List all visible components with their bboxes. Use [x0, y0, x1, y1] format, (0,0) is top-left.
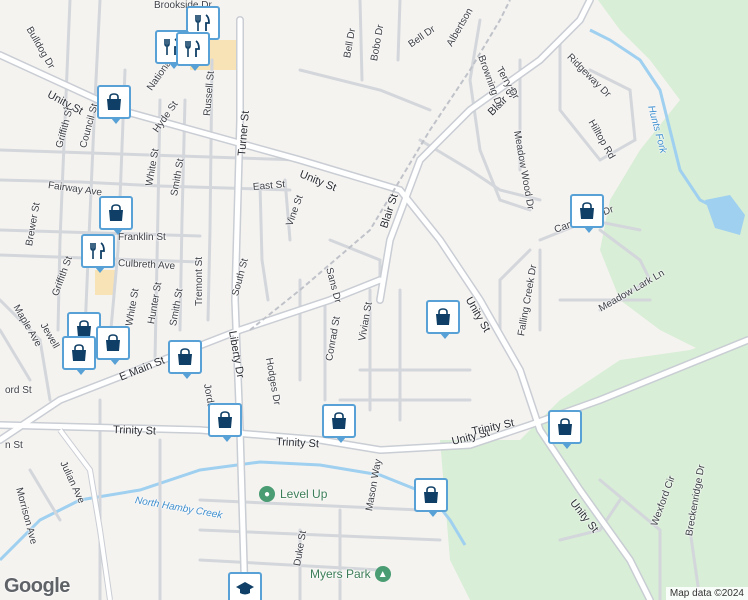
shopping-bag-icon: [577, 201, 597, 221]
map-marker[interactable]: [208, 403, 242, 442]
place-myers-park[interactable]: Myers Park ▲: [310, 566, 391, 582]
shopping-bag-icon: [104, 92, 124, 112]
map-marker[interactable]: [176, 32, 210, 71]
map-marker[interactable]: [228, 572, 262, 600]
google-logo: Google: [4, 575, 70, 597]
map-marker[interactable]: [96, 326, 130, 365]
place-label: Myers Park: [310, 567, 371, 581]
map-marker[interactable]: [570, 194, 604, 233]
street-label: Trinity St: [112, 424, 157, 438]
shopping-bag-icon: [175, 347, 195, 367]
place-level-up[interactable]: ● Level Up: [259, 486, 327, 502]
park-icon: ▲: [374, 566, 391, 582]
restaurant-icon: [88, 241, 108, 261]
map-marker[interactable]: [322, 404, 356, 443]
shopping-bag-icon: [69, 343, 89, 363]
shopping-bag-icon: [215, 410, 235, 430]
street-label: Tremont St: [194, 256, 205, 306]
shopping-bag-icon: [106, 203, 126, 223]
street-label: Franklin St: [118, 232, 166, 243]
map-marker[interactable]: [99, 196, 133, 235]
map-marker[interactable]: [81, 234, 115, 273]
shopping-bag-icon: [555, 417, 575, 437]
map-attribution: Map data ©2024: [665, 587, 748, 600]
map-marker[interactable]: [97, 85, 131, 124]
place-label: Level Up: [280, 487, 328, 501]
restaurant-icon: [193, 13, 213, 33]
street-label: n St: [5, 440, 23, 451]
street-label: Trinity St: [275, 436, 320, 451]
place-icon: ●: [259, 486, 275, 502]
map-marker[interactable]: [414, 478, 448, 517]
street-label: ord St: [5, 385, 32, 396]
map-marker[interactable]: [62, 336, 96, 375]
shopping-bag-icon: [433, 307, 453, 327]
map-marker[interactable]: [548, 410, 582, 449]
shopping-bag-icon: [329, 411, 349, 431]
map-marker[interactable]: [168, 340, 202, 379]
shopping-bag-icon: [421, 485, 441, 505]
shopping-bag-icon: [103, 333, 123, 353]
map-marker[interactable]: [426, 300, 460, 339]
school-icon: [235, 579, 255, 599]
restaurant-icon: [183, 39, 203, 59]
map-canvas[interactable]: Unity St Unity St Unity St Unity St Unity St…: [0, 0, 748, 600]
building-area: [95, 270, 115, 295]
